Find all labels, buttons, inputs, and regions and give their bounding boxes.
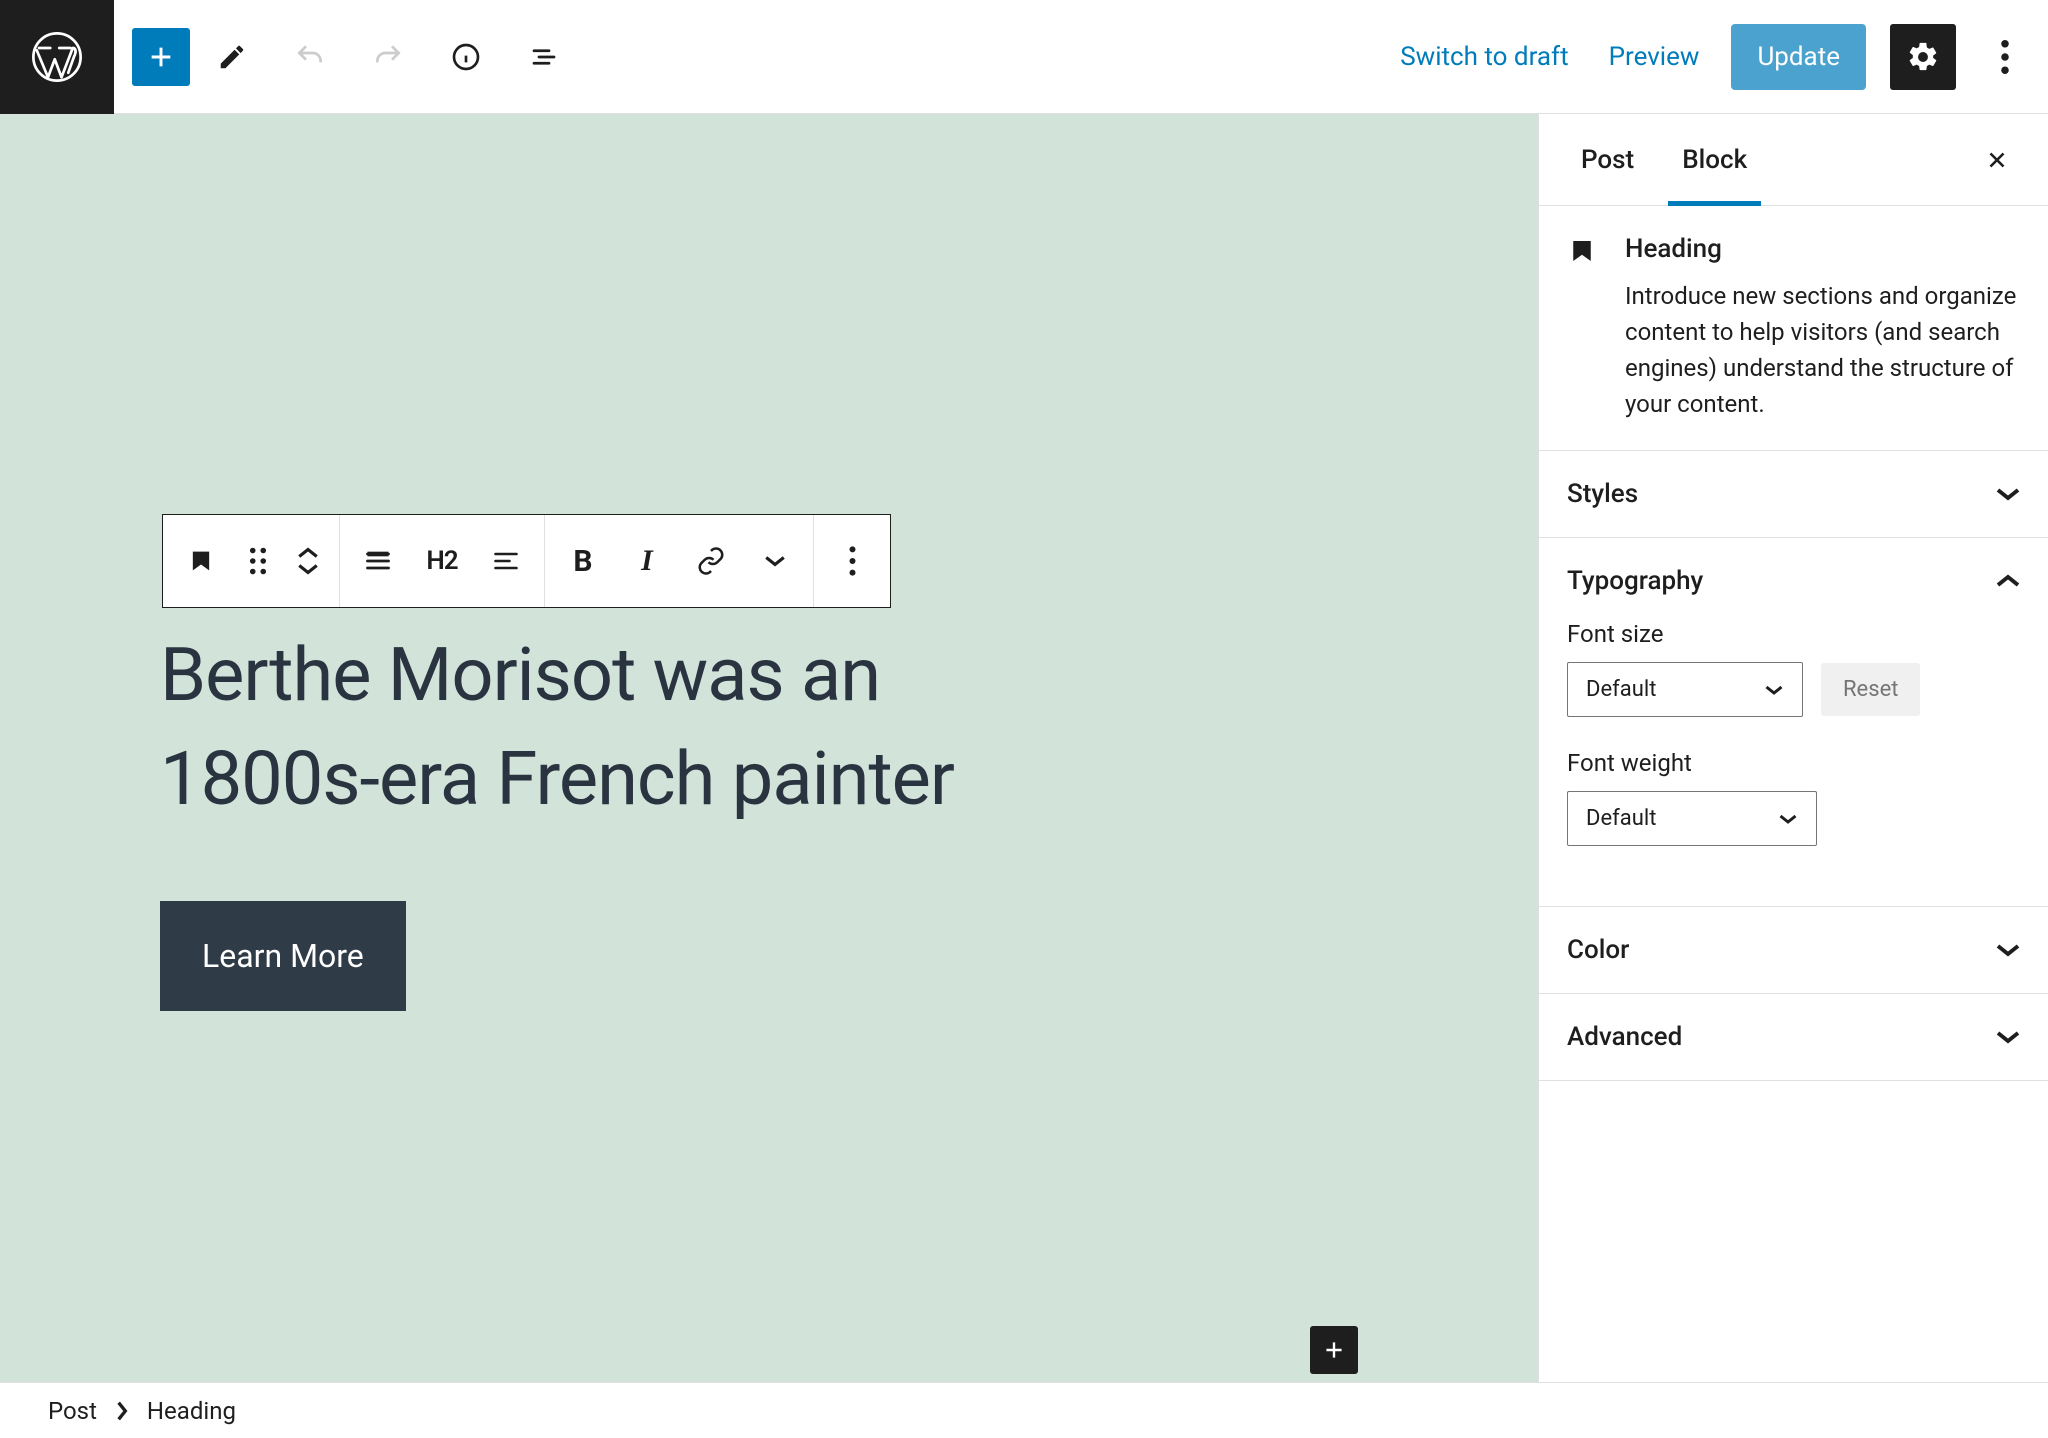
sidebar-tabs: Post Block <box>1539 114 2048 206</box>
font-weight-select[interactable]: Default <box>1567 791 1817 846</box>
font-weight-label: Font weight <box>1567 749 2020 777</box>
breadcrumb-footer: Post Heading <box>0 1382 2048 1438</box>
chevron-up-icon <box>1996 573 2020 589</box>
breadcrumb-separator-icon <box>115 1401 129 1421</box>
block-name: Heading <box>1625 234 2020 264</box>
block-type-icon[interactable] <box>169 515 233 607</box>
top-toolbar: Switch to draft Preview Update <box>0 0 2048 114</box>
preview-button[interactable]: Preview <box>1601 32 1708 82</box>
breadcrumb-post[interactable]: Post <box>48 1397 97 1425</box>
block-more-options-button[interactable] <box>820 515 884 607</box>
typography-panel: Typography Font size Default Reset Font … <box>1539 538 2048 907</box>
advanced-panel[interactable]: Advanced <box>1539 994 2048 1081</box>
toolbar-left-group <box>114 28 580 86</box>
more-rich-text-button[interactable] <box>743 515 807 607</box>
settings-sidebar: Post Block Heading Introduce new section… <box>1538 114 2048 1382</box>
block-description: Introduce new sections and organize cont… <box>1625 278 2020 422</box>
undo-button <box>274 28 346 86</box>
add-block-inline-button[interactable] <box>1310 1326 1358 1374</box>
update-button: Update <box>1731 24 1866 90</box>
drag-handle-icon[interactable] <box>233 515 283 607</box>
reset-font-size-button: Reset <box>1821 663 1920 716</box>
list-view-button[interactable] <box>508 28 580 86</box>
heading-block[interactable]: Berthe Morisot was an 1800s-era French p… <box>160 624 1060 831</box>
settings-button[interactable] <box>1890 24 1956 90</box>
tab-post[interactable]: Post <box>1567 114 1648 206</box>
wordpress-logo[interactable] <box>0 0 114 114</box>
chevron-down-icon <box>1996 942 2020 958</box>
chevron-down-icon <box>1996 1029 2020 1045</box>
more-options-button[interactable] <box>1980 28 2030 86</box>
color-panel[interactable]: Color <box>1539 907 2048 994</box>
button-block[interactable]: Learn More <box>160 901 406 1011</box>
add-block-button[interactable] <box>132 28 190 86</box>
toolbar-right-group: Switch to draft Preview Update <box>1392 24 2048 90</box>
heading-block-icon <box>1567 234 1601 422</box>
chevron-down-icon <box>1996 486 2020 502</box>
editor-main: H2 B I Berthe Morisot w <box>0 114 2048 1382</box>
text-align-button[interactable] <box>474 515 538 607</box>
styles-panel-title: Styles <box>1567 479 1638 509</box>
breadcrumb-heading[interactable]: Heading <box>147 1397 236 1425</box>
typography-panel-title: Typography <box>1567 566 1703 596</box>
block-info-panel: Heading Introduce new sections and organ… <box>1539 206 2048 451</box>
font-size-label: Font size <box>1567 620 2020 648</box>
bold-button[interactable]: B <box>551 515 615 607</box>
block-toolbar: H2 B I <box>162 514 891 608</box>
edit-tools-button[interactable] <box>196 28 268 86</box>
font-size-select[interactable]: Default <box>1567 662 1803 717</box>
move-up-down-buttons[interactable] <box>283 515 333 607</box>
typography-panel-header[interactable]: Typography <box>1567 566 2020 596</box>
align-button[interactable] <box>346 515 410 607</box>
tab-block[interactable]: Block <box>1668 114 1761 206</box>
italic-button[interactable]: I <box>615 515 679 607</box>
color-panel-title: Color <box>1567 935 1629 965</box>
link-button[interactable] <box>679 515 743 607</box>
editor-canvas[interactable]: H2 B I Berthe Morisot w <box>0 114 1538 1382</box>
heading-level-button[interactable]: H2 <box>410 515 474 607</box>
redo-button <box>352 28 424 86</box>
close-sidebar-button[interactable] <box>1974 137 2020 183</box>
advanced-panel-title: Advanced <box>1567 1022 1682 1052</box>
styles-panel[interactable]: Styles <box>1539 451 2048 538</box>
switch-to-draft-button[interactable]: Switch to draft <box>1392 32 1576 82</box>
info-button[interactable] <box>430 28 502 86</box>
